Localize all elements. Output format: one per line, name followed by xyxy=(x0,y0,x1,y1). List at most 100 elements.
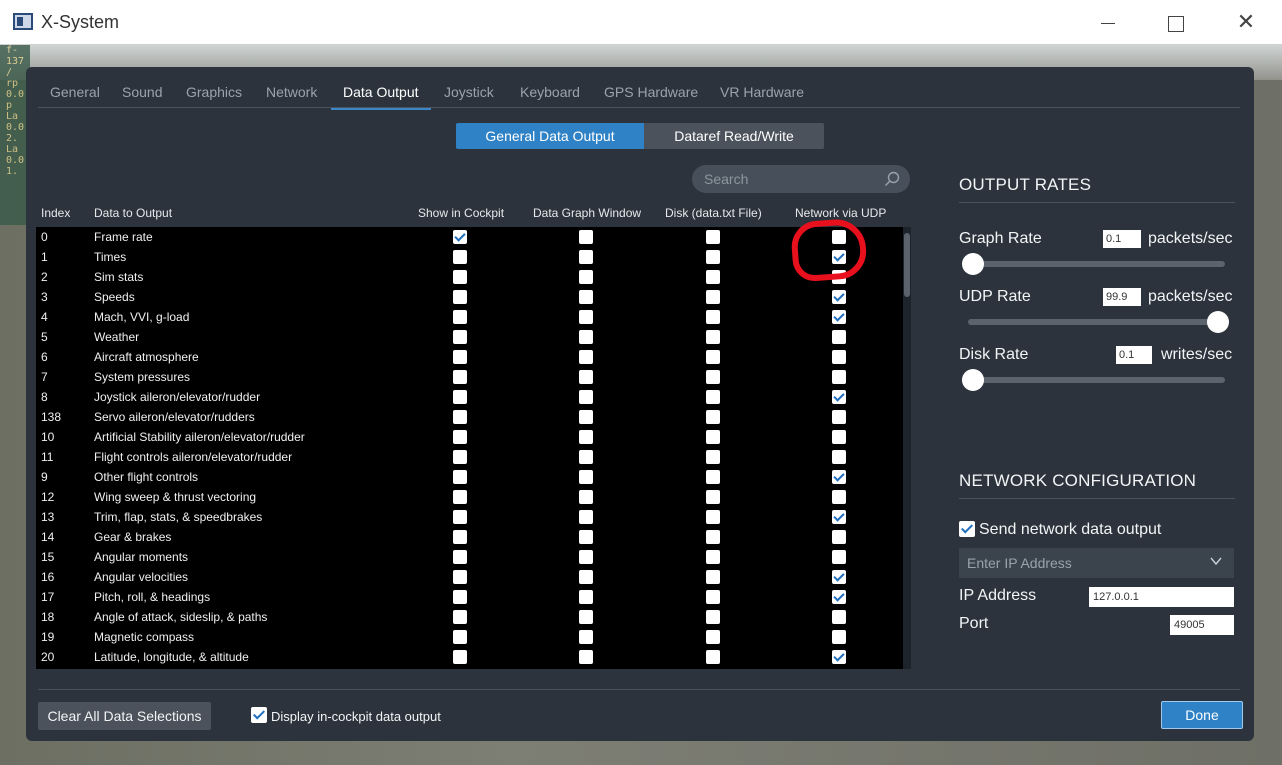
cockpit-checkbox[interactable] xyxy=(453,370,467,384)
udp-checkbox[interactable] xyxy=(832,450,846,464)
graph-checkbox[interactable] xyxy=(579,270,593,284)
udp-checkbox[interactable] xyxy=(832,590,846,604)
graph-checkbox[interactable] xyxy=(579,390,593,404)
graph-checkbox[interactable] xyxy=(579,650,593,664)
graph-checkbox[interactable] xyxy=(579,330,593,344)
udp-checkbox[interactable] xyxy=(832,430,846,444)
udp-checkbox[interactable] xyxy=(832,490,846,504)
tab-vr-hardware[interactable]: VR Hardware xyxy=(708,77,816,110)
udp-checkbox[interactable] xyxy=(832,610,846,624)
udp-checkbox[interactable] xyxy=(832,330,846,344)
graph-checkbox[interactable] xyxy=(579,370,593,384)
tab-graphics[interactable]: Graphics xyxy=(174,77,254,110)
cockpit-checkbox[interactable] xyxy=(453,250,467,264)
disk-checkbox[interactable] xyxy=(706,470,720,484)
udp-rate-input[interactable] xyxy=(1103,288,1141,306)
udp-checkbox[interactable] xyxy=(832,470,846,484)
graph-checkbox[interactable] xyxy=(579,470,593,484)
disk-checkbox[interactable] xyxy=(706,550,720,564)
tab-keyboard[interactable]: Keyboard xyxy=(508,77,592,110)
udp-checkbox[interactable] xyxy=(832,310,846,324)
disk-checkbox[interactable] xyxy=(706,330,720,344)
disk-checkbox[interactable] xyxy=(706,490,720,504)
tab-sound[interactable]: Sound xyxy=(110,77,174,110)
graph-checkbox[interactable] xyxy=(579,510,593,524)
cockpit-checkbox[interactable] xyxy=(453,410,467,424)
disk-checkbox[interactable] xyxy=(706,350,720,364)
disk-checkbox[interactable] xyxy=(706,430,720,444)
udp-checkbox[interactable] xyxy=(832,530,846,544)
disk-checkbox[interactable] xyxy=(706,630,720,644)
udp-checkbox[interactable] xyxy=(832,510,846,524)
disk-checkbox[interactable] xyxy=(706,530,720,544)
cockpit-checkbox[interactable] xyxy=(453,310,467,324)
disk-rate-slider[interactable] xyxy=(968,377,1225,383)
graph-checkbox[interactable] xyxy=(579,230,593,244)
cockpit-checkbox[interactable] xyxy=(453,650,467,664)
cockpit-checkbox[interactable] xyxy=(453,510,467,524)
disk-checkbox[interactable] xyxy=(706,290,720,304)
disk-checkbox[interactable] xyxy=(706,570,720,584)
graph-checkbox[interactable] xyxy=(579,570,593,584)
graph-checkbox[interactable] xyxy=(579,250,593,264)
disk-checkbox[interactable] xyxy=(706,650,720,664)
tab-joystick[interactable]: Joystick xyxy=(432,77,506,110)
close-button[interactable]: ✕ xyxy=(1231,8,1261,38)
cockpit-checkbox[interactable] xyxy=(453,290,467,304)
graph-checkbox[interactable] xyxy=(579,350,593,364)
disk-checkbox[interactable] xyxy=(706,310,720,324)
graph-checkbox[interactable] xyxy=(579,410,593,424)
graph-checkbox[interactable] xyxy=(579,450,593,464)
tab-network[interactable]: Network xyxy=(254,77,329,110)
cockpit-checkbox[interactable] xyxy=(453,430,467,444)
display-in-cockpit-checkbox[interactable] xyxy=(251,707,267,723)
cockpit-checkbox[interactable] xyxy=(453,450,467,464)
disk-checkbox[interactable] xyxy=(706,410,720,424)
udp-checkbox[interactable] xyxy=(832,290,846,304)
disk-checkbox[interactable] xyxy=(706,230,720,244)
udp-checkbox[interactable] xyxy=(832,550,846,564)
disk-checkbox[interactable] xyxy=(706,590,720,604)
segment-dataref-read-write[interactable]: Dataref Read/Write xyxy=(644,123,824,149)
graph-rate-input[interactable] xyxy=(1103,230,1141,248)
segment-general-data-output[interactable]: General Data Output xyxy=(456,123,644,149)
udp-checkbox[interactable] xyxy=(832,350,846,364)
scrollbar-thumb[interactable] xyxy=(904,233,910,297)
disk-checkbox[interactable] xyxy=(706,610,720,624)
cockpit-checkbox[interactable] xyxy=(453,270,467,284)
search-icon[interactable] xyxy=(884,171,900,187)
cockpit-checkbox[interactable] xyxy=(453,530,467,544)
cockpit-checkbox[interactable] xyxy=(453,550,467,564)
graph-checkbox[interactable] xyxy=(579,610,593,624)
disk-checkbox[interactable] xyxy=(706,370,720,384)
graph-checkbox[interactable] xyxy=(579,530,593,544)
udp-checkbox[interactable] xyxy=(832,570,846,584)
udp-checkbox[interactable] xyxy=(832,410,846,424)
cockpit-checkbox[interactable] xyxy=(453,630,467,644)
table-scrollbar[interactable] xyxy=(903,227,911,669)
cockpit-checkbox[interactable] xyxy=(453,590,467,604)
udp-rate-slider-thumb[interactable] xyxy=(1207,311,1229,333)
tab-general[interactable]: General xyxy=(38,77,112,110)
graph-rate-slider-thumb[interactable] xyxy=(962,253,984,275)
tab-gps-hardware[interactable]: GPS Hardware xyxy=(592,77,710,110)
chevron-down-icon[interactable] xyxy=(1210,555,1222,567)
udp-checkbox[interactable] xyxy=(832,630,846,644)
disk-rate-input[interactable] xyxy=(1116,346,1152,364)
cockpit-checkbox[interactable] xyxy=(453,330,467,344)
cockpit-checkbox[interactable] xyxy=(453,610,467,624)
ip-address-select[interactable]: Enter IP Address xyxy=(959,548,1234,578)
graph-checkbox[interactable] xyxy=(579,290,593,304)
udp-checkbox[interactable] xyxy=(832,390,846,404)
port-input[interactable] xyxy=(1170,615,1234,635)
graph-checkbox[interactable] xyxy=(579,490,593,504)
done-button[interactable]: Done xyxy=(1161,701,1243,729)
tab-data-output[interactable]: Data Output xyxy=(331,77,431,110)
disk-checkbox[interactable] xyxy=(706,250,720,264)
graph-rate-slider[interactable] xyxy=(968,261,1225,267)
disk-checkbox[interactable] xyxy=(706,270,720,284)
ip-address-input[interactable] xyxy=(1089,587,1234,607)
cockpit-checkbox[interactable] xyxy=(453,570,467,584)
disk-checkbox[interactable] xyxy=(706,390,720,404)
maximize-button[interactable] xyxy=(1160,8,1190,38)
